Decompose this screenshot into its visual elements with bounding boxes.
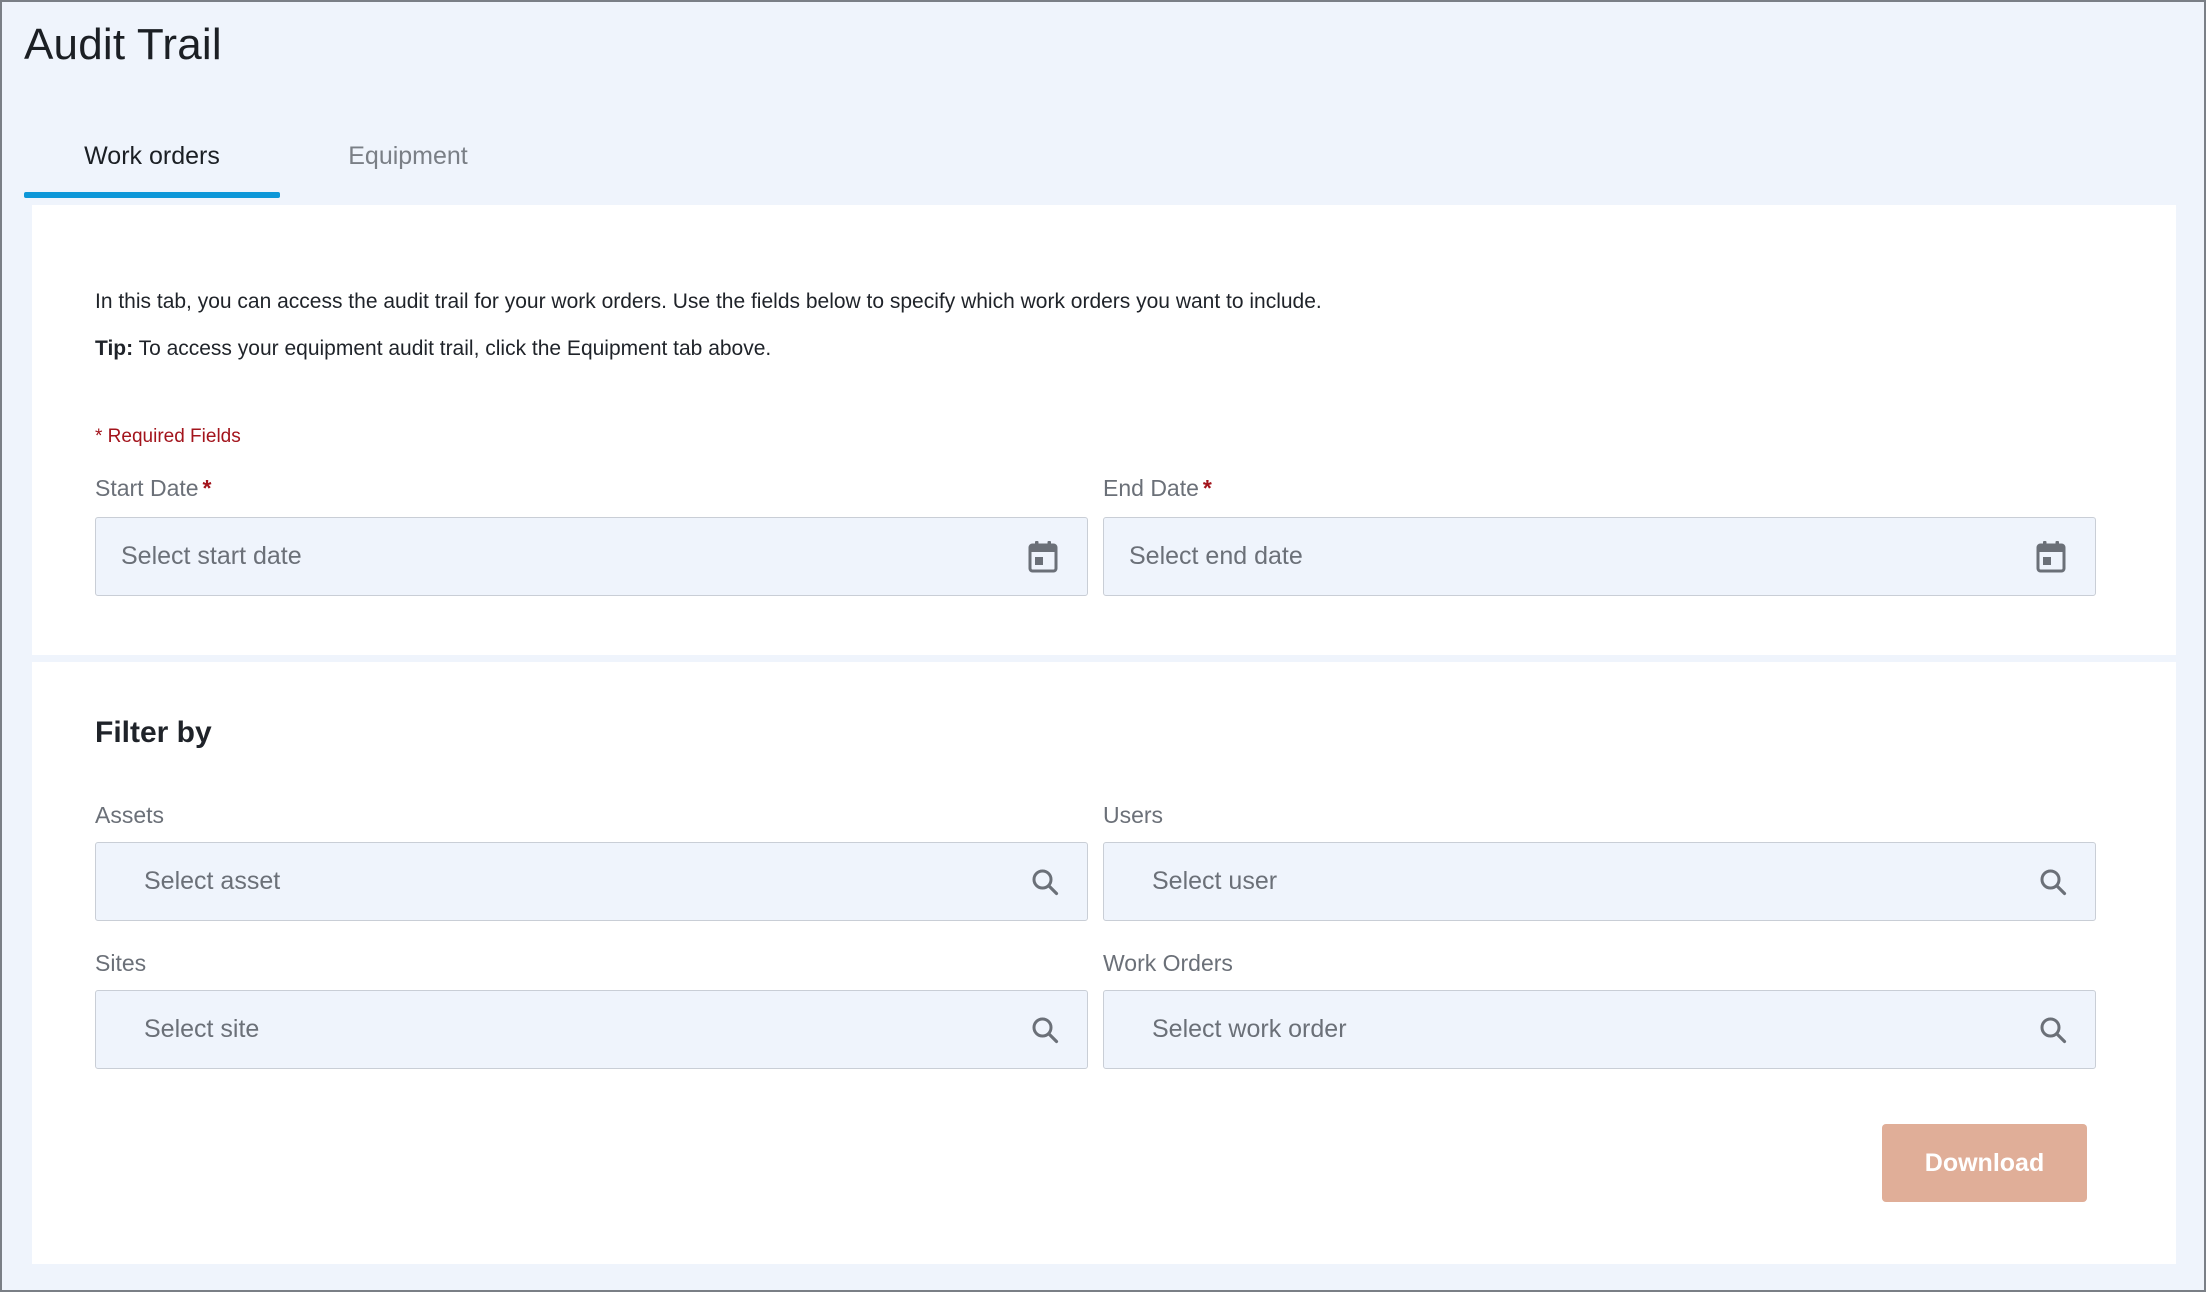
filter-card: Filter by Assets Select asset Users Sele…	[32, 662, 2176, 1264]
tab-work-orders[interactable]: Work orders	[24, 122, 280, 198]
intro-text: In this tab, you can access the audit tr…	[95, 290, 1322, 313]
end-date-placeholder: Select end date	[1129, 542, 1303, 570]
filter-heading: Filter by	[95, 716, 212, 749]
search-icon	[2039, 1016, 2067, 1044]
tab-equipment[interactable]: Equipment	[280, 122, 536, 198]
page-title: Audit Trail	[24, 20, 222, 69]
users-placeholder: Select user	[1152, 867, 1278, 895]
start-date-label: Start Date *	[95, 475, 212, 502]
end-date-label: End Date *	[1103, 475, 1212, 502]
assets-label: Assets	[95, 802, 165, 828]
assets-placeholder: Select asset	[144, 867, 281, 895]
work-orders-placeholder: Select work order	[1152, 1015, 1347, 1043]
end-date-label-text: End Date	[1103, 475, 1199, 501]
users-label: Users	[1103, 802, 1164, 828]
tip-label: Tip:	[95, 337, 134, 360]
users-search-input[interactable]: Select user	[1103, 842, 2096, 921]
work-orders-search-input[interactable]: Select work order	[1103, 990, 2096, 1069]
start-date-input[interactable]: Select start date	[95, 517, 1088, 596]
search-icon	[2039, 868, 2067, 896]
search-icon	[1031, 868, 1059, 896]
app-frame: Audit Trail Work orders Equipment In thi…	[0, 0, 2206, 1292]
tab-bar: Work orders Equipment	[24, 122, 536, 198]
start-date-placeholder: Select start date	[121, 542, 302, 570]
download-button[interactable]: Download	[1882, 1124, 2087, 1202]
tab-equipment-label: Equipment	[348, 142, 468, 170]
date-range-card: In this tab, you can access the audit tr…	[32, 205, 2176, 655]
tab-work-orders-label: Work orders	[84, 142, 220, 170]
required-star: *	[1202, 475, 1212, 501]
tip-body: To access your equipment audit trail, cl…	[133, 337, 772, 360]
work-orders-label: Work Orders	[1103, 950, 1233, 976]
calendar-icon[interactable]	[2035, 540, 2067, 574]
sites-label: Sites	[95, 950, 147, 976]
sites-search-input[interactable]: Select site	[95, 990, 1088, 1069]
required-star: *	[202, 475, 212, 501]
tip-text: Tip: To access your equipment audit trai…	[95, 337, 771, 361]
sites-placeholder: Select site	[144, 1015, 260, 1043]
calendar-icon[interactable]	[1027, 540, 1059, 574]
search-icon	[1031, 1016, 1059, 1044]
assets-search-input[interactable]: Select asset	[95, 842, 1088, 921]
required-fields-note: * Required Fields	[95, 426, 241, 447]
end-date-input[interactable]: Select end date	[1103, 517, 2096, 596]
start-date-label-text: Start Date	[95, 475, 199, 501]
